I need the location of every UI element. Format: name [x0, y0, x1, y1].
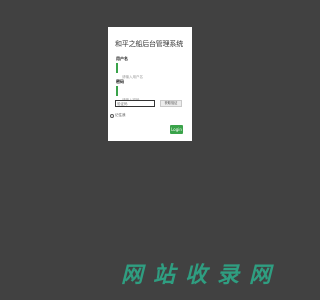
- remember-me[interactable]: 记住我: [110, 113, 126, 118]
- get-captcha-button[interactable]: 获取验证: [160, 100, 182, 107]
- password-field-wrapper: [116, 86, 184, 105]
- watermark-char: 收: [184, 263, 207, 288]
- username-field-wrapper: [116, 63, 184, 82]
- username-field[interactable]: [118, 72, 184, 82]
- watermark-char: 录: [216, 263, 239, 288]
- login-button[interactable]: Login: [170, 125, 183, 134]
- watermark-char: 站: [152, 263, 175, 288]
- username-label: 用户名: [116, 56, 128, 61]
- remember-checkbox[interactable]: [110, 113, 114, 118]
- watermark-char: 网: [248, 263, 271, 288]
- watermark-char: 网: [121, 263, 144, 288]
- remember-label: 记住我: [115, 113, 126, 117]
- password-label: 密码: [116, 79, 124, 84]
- login-panel: 和平之船后台管理系统 用户名 密码 获取验证 记住我 Login: [108, 27, 192, 141]
- captcha-input[interactable]: [115, 100, 155, 107]
- page-title: 和平之船后台管理系统: [115, 40, 183, 48]
- watermark-logo: 网 站 收 录 网: [121, 264, 271, 288]
